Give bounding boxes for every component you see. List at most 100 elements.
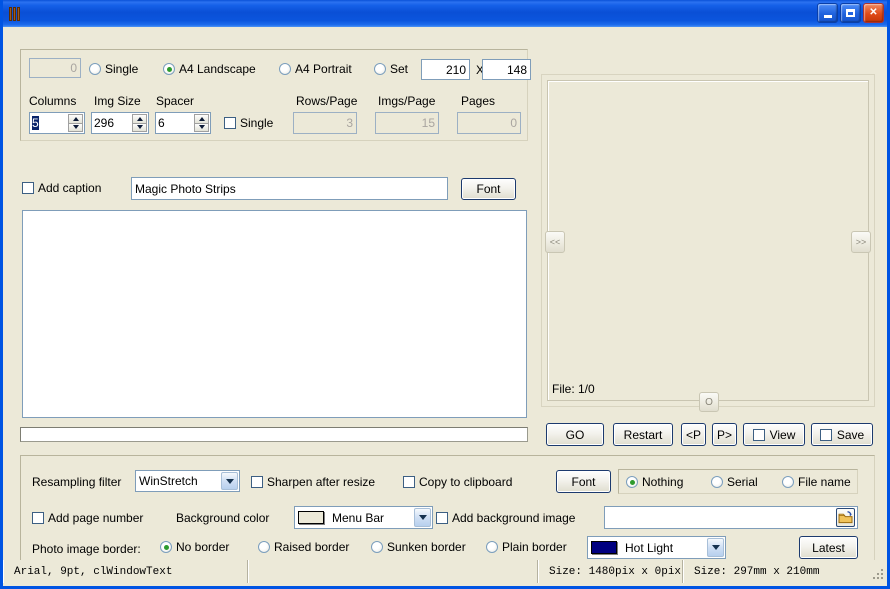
spacer-spin-buttons[interactable] bbox=[194, 114, 209, 132]
radio-caption-nothing[interactable]: Nothing bbox=[626, 475, 683, 489]
preview-prev-button[interactable]: << bbox=[545, 231, 565, 253]
latest-button[interactable]: Latest bbox=[799, 536, 858, 559]
radio-label: Serial bbox=[727, 475, 758, 489]
next-page-button[interactable]: P> bbox=[712, 423, 737, 446]
checkbox-label: Add caption bbox=[38, 181, 102, 195]
radio-label: A4 Landscape bbox=[179, 62, 256, 76]
columns-spin-buttons[interactable] bbox=[68, 114, 83, 132]
img-size-spin-down[interactable] bbox=[132, 122, 147, 132]
view-label: View bbox=[769, 427, 796, 442]
checkbox-copy-to-clipboard[interactable]: Copy to clipboard bbox=[403, 475, 512, 489]
radio-indicator bbox=[374, 63, 386, 75]
prev-page-label: <P bbox=[685, 427, 701, 442]
radio-sunken-border[interactable]: Sunken border bbox=[371, 540, 466, 554]
settings-font-button[interactable]: Font bbox=[556, 470, 611, 493]
checkbox-add-caption[interactable]: Add caption bbox=[22, 181, 101, 195]
settings-panel: Resampling filter WinStretch Sharpen aft… bbox=[20, 455, 875, 568]
checkbox-add-page-number[interactable]: Add page number bbox=[32, 511, 143, 525]
columns-stepper[interactable]: 5 bbox=[29, 112, 85, 134]
file-list-box[interactable] bbox=[22, 210, 527, 418]
spacer-spin-down[interactable] bbox=[194, 122, 209, 132]
book-icon bbox=[7, 6, 23, 22]
status-pixel-size: Size: 1480pix x 0pix bbox=[538, 560, 683, 583]
img-size-spin-buttons[interactable] bbox=[132, 114, 147, 132]
checkbox-single-row[interactable]: Single bbox=[224, 116, 273, 130]
radio-a4-landscape[interactable]: A4 Landscape bbox=[163, 62, 256, 76]
background-color-select[interactable]: Menu Bar bbox=[294, 506, 433, 529]
caption-font-button[interactable]: Font bbox=[461, 178, 516, 200]
radio-raised-border[interactable]: Raised border bbox=[258, 540, 349, 554]
radio-a4-portrait[interactable]: A4 Portrait bbox=[279, 62, 352, 76]
status-mm-size: Size: 297mm x 210mm bbox=[683, 560, 887, 583]
checkbox-indicator bbox=[224, 117, 236, 129]
preview-center-label: O bbox=[705, 396, 713, 408]
restart-button[interactable]: Restart bbox=[613, 423, 673, 446]
spacer-stepper[interactable]: 6 bbox=[155, 112, 211, 134]
custom-height-input[interactable]: 148 bbox=[482, 59, 531, 80]
preview-panel: << >> O File: 1/0 bbox=[541, 74, 875, 412]
radio-indicator bbox=[163, 63, 175, 75]
client-area: 0 Single A4 Landscape A4 Portrait Set 21… bbox=[3, 27, 887, 583]
columns-value[interactable]: 5 bbox=[30, 113, 68, 133]
background-image-path-input[interactable] bbox=[604, 506, 858, 529]
radio-caption-file-name[interactable]: File name bbox=[782, 475, 851, 489]
radio-label: Nothing bbox=[642, 475, 684, 489]
go-button[interactable]: GO bbox=[546, 423, 604, 446]
folder-open-glyph bbox=[838, 511, 853, 524]
minimize-button[interactable] bbox=[817, 3, 838, 23]
radio-caption-serial[interactable]: Serial bbox=[711, 475, 758, 489]
radio-single-page[interactable]: Single bbox=[89, 62, 138, 76]
radio-label: Single bbox=[105, 62, 139, 76]
radio-set-custom[interactable]: Set bbox=[374, 62, 408, 76]
radio-label: A4 Portrait bbox=[295, 62, 352, 76]
img-size-spin-up[interactable] bbox=[132, 114, 147, 123]
preview-next-label: >> bbox=[855, 237, 867, 247]
folder-open-icon[interactable] bbox=[836, 508, 855, 527]
checkbox-label: Copy to clipboard bbox=[419, 475, 513, 489]
radio-plain-border[interactable]: Plain border bbox=[486, 540, 567, 554]
checkbox-add-background-image[interactable]: Add background image bbox=[436, 511, 575, 525]
resampling-filter-value: WinStretch bbox=[139, 474, 198, 488]
border-color-select[interactable]: Hot Light bbox=[587, 536, 726, 559]
columns-spin-down[interactable] bbox=[68, 122, 83, 132]
layout-options-panel: 0 Single A4 Landscape A4 Portrait Set 21… bbox=[20, 49, 531, 141]
chevron-down-icon[interactable] bbox=[414, 508, 431, 527]
resize-grip-icon[interactable] bbox=[873, 569, 885, 581]
checkbox-label: Add background image bbox=[452, 511, 576, 525]
radio-label: Plain border bbox=[502, 540, 567, 554]
custom-width-input[interactable]: 210 bbox=[421, 59, 470, 80]
maximize-button[interactable] bbox=[840, 3, 861, 23]
radio-indicator bbox=[711, 476, 723, 488]
border-color-value: Hot Light bbox=[625, 540, 674, 555]
spacer-spin-up[interactable] bbox=[194, 114, 209, 123]
rows-per-page-label: Rows/Page bbox=[296, 94, 358, 108]
spacer-value[interactable]: 6 bbox=[156, 113, 194, 133]
close-button[interactable]: ✕ bbox=[863, 3, 884, 23]
pages-field: 0 bbox=[457, 112, 521, 134]
radio-no-border[interactable]: No border bbox=[160, 540, 229, 554]
view-checkbox-indicator[interactable] bbox=[752, 428, 765, 441]
columns-spin-up[interactable] bbox=[68, 114, 83, 123]
checkbox-label: Add page number bbox=[48, 511, 144, 525]
prev-page-button[interactable]: <P bbox=[681, 423, 706, 446]
save-checkbox-indicator[interactable] bbox=[819, 428, 832, 441]
chevron-down-icon[interactable] bbox=[221, 472, 238, 490]
background-color-value: Menu Bar bbox=[332, 510, 385, 525]
checkbox-sharpen-after-resize[interactable]: Sharpen after resize bbox=[251, 475, 375, 489]
window-controls: ✕ bbox=[817, 3, 884, 23]
preview-next-button[interactable]: >> bbox=[851, 231, 871, 253]
view-button[interactable]: View bbox=[743, 423, 805, 446]
radio-indicator bbox=[782, 476, 794, 488]
chevron-down-icon[interactable] bbox=[707, 538, 724, 557]
save-button[interactable]: Save bbox=[811, 423, 873, 446]
checkbox-label: Sharpen after resize bbox=[267, 475, 376, 489]
caption-input[interactable] bbox=[131, 177, 448, 200]
go-label: GO bbox=[565, 427, 585, 442]
preview-image-area[interactable] bbox=[547, 80, 869, 401]
preview-center-button[interactable]: O bbox=[699, 392, 719, 412]
preview-file-status: File: 1/0 bbox=[552, 382, 595, 396]
resampling-filter-select[interactable]: WinStretch bbox=[135, 470, 240, 492]
img-size-value[interactable]: 296 bbox=[92, 113, 132, 133]
columns-label: Columns bbox=[29, 94, 77, 108]
img-size-stepper[interactable]: 296 bbox=[91, 112, 149, 134]
